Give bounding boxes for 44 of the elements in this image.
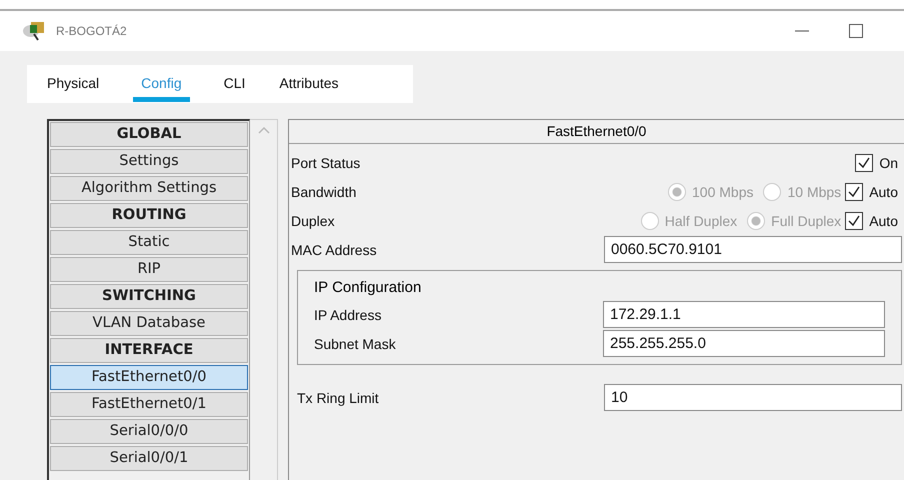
radio-label: Half Duplex: [664, 212, 738, 228]
sidebar-item[interactable]: Algorithm Settings: [50, 176, 248, 201]
field-label: Port Status: [291, 154, 360, 170]
group-title: IP Configuration: [314, 279, 422, 296]
sidebar-item[interactable]: RIP: [50, 257, 248, 282]
tab[interactable]: Physical: [47, 75, 100, 102]
input-field[interactable]: 0060.5C70.9101: [604, 236, 902, 263]
checkbox-label: Auto: [869, 184, 898, 200]
sidebar-item[interactable]: Static: [50, 230, 248, 255]
field-label: MAC Address: [291, 242, 377, 258]
sidebar-item[interactable]: FastEthernet0/0: [50, 365, 248, 390]
sidebar-header[interactable]: ROUTING: [50, 203, 248, 228]
window-title: R-BOGOTÁ2: [56, 24, 127, 38]
field-label: IP Address: [314, 306, 382, 322]
sidebar-item[interactable]: VLAN Database: [50, 311, 248, 336]
sidebar-item[interactable]: Serial0/0/0: [50, 419, 248, 444]
checkbox[interactable]: [845, 212, 864, 230]
radio-label: 100 Mbps: [692, 184, 754, 200]
checkbox-label: On: [879, 154, 898, 170]
radio-label: Full Duplex: [771, 212, 842, 228]
scroll-up-icon[interactable]: [258, 126, 270, 134]
tab[interactable]: CLI: [224, 75, 246, 102]
field-label: Tx Ring Limit: [297, 390, 379, 406]
scrollbar[interactable]: [250, 119, 278, 480]
sidebar-header[interactable]: GLOBAL: [50, 122, 248, 147]
field-label: Bandwidth: [291, 184, 356, 200]
input-field[interactable]: 10: [604, 384, 902, 411]
checkbox-label: Auto: [869, 212, 898, 228]
panel-title: FastEthernet0/0: [289, 120, 904, 144]
radio-label: 10 Mbps: [787, 184, 842, 200]
sidebar-item[interactable]: Settings: [50, 149, 248, 174]
checkbox[interactable]: [855, 154, 874, 172]
sidebar-header[interactable]: SWITCHING: [50, 284, 248, 309]
tab[interactable]: Attributes: [279, 75, 339, 102]
maximize-icon[interactable]: [848, 23, 864, 39]
sidebar-item[interactable]: Serial0/0/1: [50, 446, 248, 471]
checkbox[interactable]: [845, 182, 864, 200]
sidebar-item[interactable]: FastEthernet0/1: [50, 392, 248, 417]
tab[interactable]: Config: [133, 75, 190, 102]
field-label: Duplex: [291, 212, 335, 228]
input-field[interactable]: 255.255.255.0: [603, 330, 885, 357]
input-field[interactable]: 172.29.1.1: [603, 301, 885, 328]
sidebar-header[interactable]: INTERFACE: [50, 338, 248, 363]
field-label: Subnet Mask: [314, 336, 396, 352]
